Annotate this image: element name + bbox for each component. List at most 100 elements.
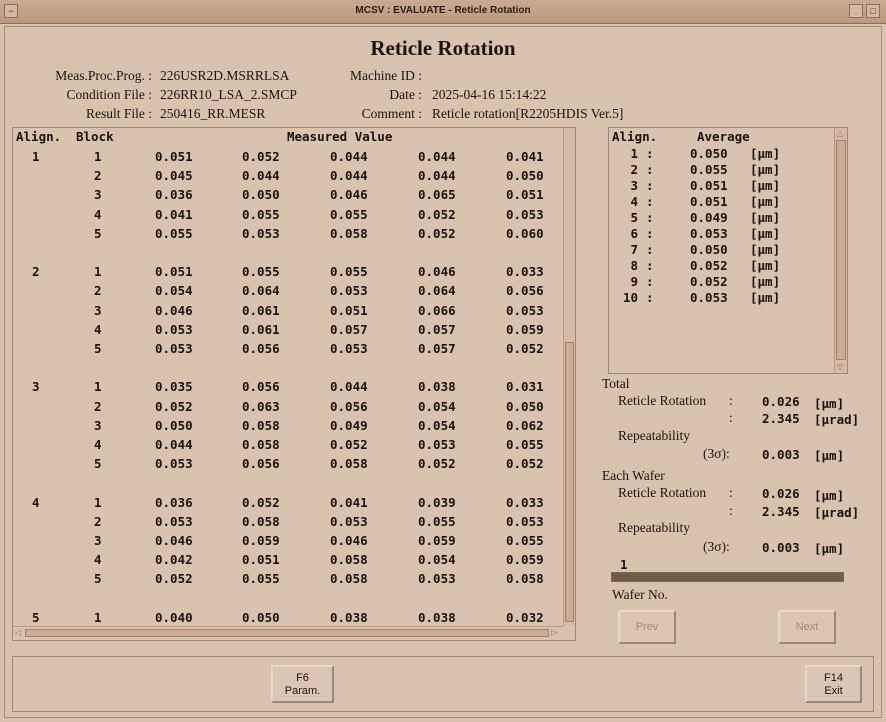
- average-value: 0.051: [690, 194, 728, 209]
- measured-value-cell: 0.058: [330, 456, 368, 472]
- scroll-down-icon[interactable]: ▽: [837, 363, 843, 371]
- measured-value-cell: 0.050: [155, 417, 193, 433]
- wafer-current-number: 1: [620, 557, 628, 572]
- measured-value-cell: 0.053: [155, 341, 193, 356]
- block-number: 5: [94, 225, 102, 241]
- measured-value-cell: 0.053: [418, 571, 456, 587]
- measured-value-cell: 0.044: [330, 379, 368, 395]
- measured-value-cell: 0.044: [330, 168, 368, 184]
- average-value: 0.052: [690, 274, 728, 289]
- table-vertical-scrollbar[interactable]: [563, 128, 575, 626]
- next-button[interactable]: Next: [778, 610, 836, 644]
- measured-value-cell: 0.035: [155, 379, 193, 395]
- measured-value-cell: 0.045: [155, 168, 193, 184]
- prev-button[interactable]: Prev: [618, 610, 676, 644]
- exit-button-label: Exit: [824, 685, 843, 697]
- param-button[interactable]: F6 Param.: [271, 665, 334, 703]
- block-number: 2: [94, 398, 102, 414]
- average-vertical-scrollbar[interactable]: △ ▽: [834, 128, 847, 373]
- meas-proc-prog-value: 226USR2D.MSRRLSA: [160, 68, 290, 83]
- date-label: Date :: [389, 87, 422, 102]
- wafer-progress-bar[interactable]: [611, 572, 844, 582]
- block-number: 2: [94, 168, 102, 184]
- col-header-measured-value: Measured Value: [287, 129, 393, 144]
- average-align-number: 8: [630, 258, 638, 273]
- param-button-label: Param.: [284, 685, 321, 697]
- measured-value-cell: 0.055: [242, 206, 280, 222]
- measured-value-cell: 0.064: [418, 283, 456, 299]
- measured-value-cell: 0.033: [506, 494, 544, 510]
- exit-button[interactable]: F14 Exit: [805, 665, 862, 703]
- measured-value-cell: 0.054: [418, 552, 456, 568]
- average-unit: [µm]: [750, 226, 781, 241]
- measured-value-cell: 0.055: [155, 225, 193, 241]
- minimize-icon[interactable]: .: [849, 4, 863, 18]
- block-number: 1: [94, 494, 102, 510]
- measured-value-cell: 0.053: [155, 456, 193, 472]
- measured-value-cell: 0.058: [330, 552, 368, 568]
- avg-header-align: Align.: [612, 129, 658, 144]
- measured-value-cell: 0.055: [330, 264, 368, 280]
- measured-value-cell: 0.051: [155, 264, 193, 280]
- measured-value-cell: 0.036: [155, 187, 193, 203]
- average-colon: :: [646, 290, 654, 305]
- measured-value-cell: 0.055: [242, 571, 280, 587]
- measured-value-cell: 0.053: [155, 321, 193, 337]
- comment-value: Reticle rotation[R2205HDIS Ver.5]: [432, 106, 624, 121]
- total-repeatability-label: Repeatability: [618, 428, 690, 443]
- measured-value-cell: 0.046: [330, 187, 368, 203]
- measured-value-cell: 0.055: [418, 513, 456, 529]
- block-number: 3: [94, 533, 102, 548]
- measured-value-cell: 0.053: [155, 513, 193, 529]
- block-number: 1: [94, 149, 102, 164]
- each-wafer-label: Each Wafer: [602, 468, 665, 483]
- each-wafer-rotation-urad-unit: [µrad]: [814, 505, 860, 520]
- measured-value-cell: 0.052: [418, 225, 456, 241]
- table-hscroll-thumb[interactable]: [25, 629, 549, 637]
- condition-file-label: Condition File :: [66, 87, 152, 102]
- machine-id-label: Machine ID :: [350, 68, 422, 83]
- average-colon: :: [646, 194, 654, 209]
- table-horizontal-scrollbar[interactable]: ◁ ▷: [13, 626, 563, 639]
- measured-value-cell: 0.057: [330, 321, 368, 337]
- measured-value-cell: 0.058: [242, 417, 280, 433]
- block-number: 5: [94, 571, 102, 587]
- measured-value-cell: 0.063: [242, 398, 280, 414]
- block-number: 4: [94, 206, 102, 222]
- measured-value-cell: 0.038: [330, 609, 368, 625]
- measured-value-cell: 0.053: [506, 206, 544, 222]
- average-align-number: 5: [630, 210, 638, 225]
- result-file-label: Result File :: [85, 106, 152, 121]
- block-number: 3: [94, 417, 102, 433]
- measured-value-cell: 0.032: [506, 609, 544, 625]
- scroll-right-icon[interactable]: ▷: [551, 629, 557, 637]
- each-wafer-rotation-urad: 2.345: [762, 504, 800, 519]
- measured-value-cell: 0.058: [242, 437, 280, 452]
- scroll-up-icon[interactable]: △: [837, 130, 843, 138]
- average-colon: :: [646, 274, 654, 289]
- average-unit: [µm]: [750, 194, 781, 209]
- measured-value-cell: 0.054: [418, 417, 456, 433]
- function-key-bar: [12, 656, 874, 712]
- measured-value-cell: 0.064: [242, 283, 280, 299]
- scroll-left-icon[interactable]: ◁: [15, 629, 21, 637]
- measured-value-cell: 0.036: [155, 494, 193, 510]
- measured-value-cell: 0.052: [242, 494, 280, 510]
- average-align-number: 3: [630, 178, 638, 193]
- total-rotation-um: 0.026: [762, 394, 800, 409]
- average-scroll-thumb[interactable]: [836, 140, 846, 360]
- block-number: 1: [94, 379, 102, 395]
- table-scroll-thumb[interactable]: [565, 342, 574, 622]
- average-value: 0.049: [690, 210, 728, 225]
- measured-value-cell: 0.033: [506, 264, 544, 280]
- measured-value-cell: 0.052: [418, 206, 456, 222]
- maximize-icon[interactable]: □: [866, 4, 880, 18]
- average-align-number: 10: [622, 290, 638, 305]
- average-value: 0.055: [690, 162, 728, 177]
- avg-header-average: Average: [697, 129, 750, 144]
- measured-value-cell: 0.039: [418, 494, 456, 510]
- col-header-align: Align.: [16, 129, 62, 144]
- align-number: 5: [32, 609, 40, 625]
- average-unit: [µm]: [750, 210, 781, 225]
- measured-value-cell: 0.052: [330, 437, 368, 452]
